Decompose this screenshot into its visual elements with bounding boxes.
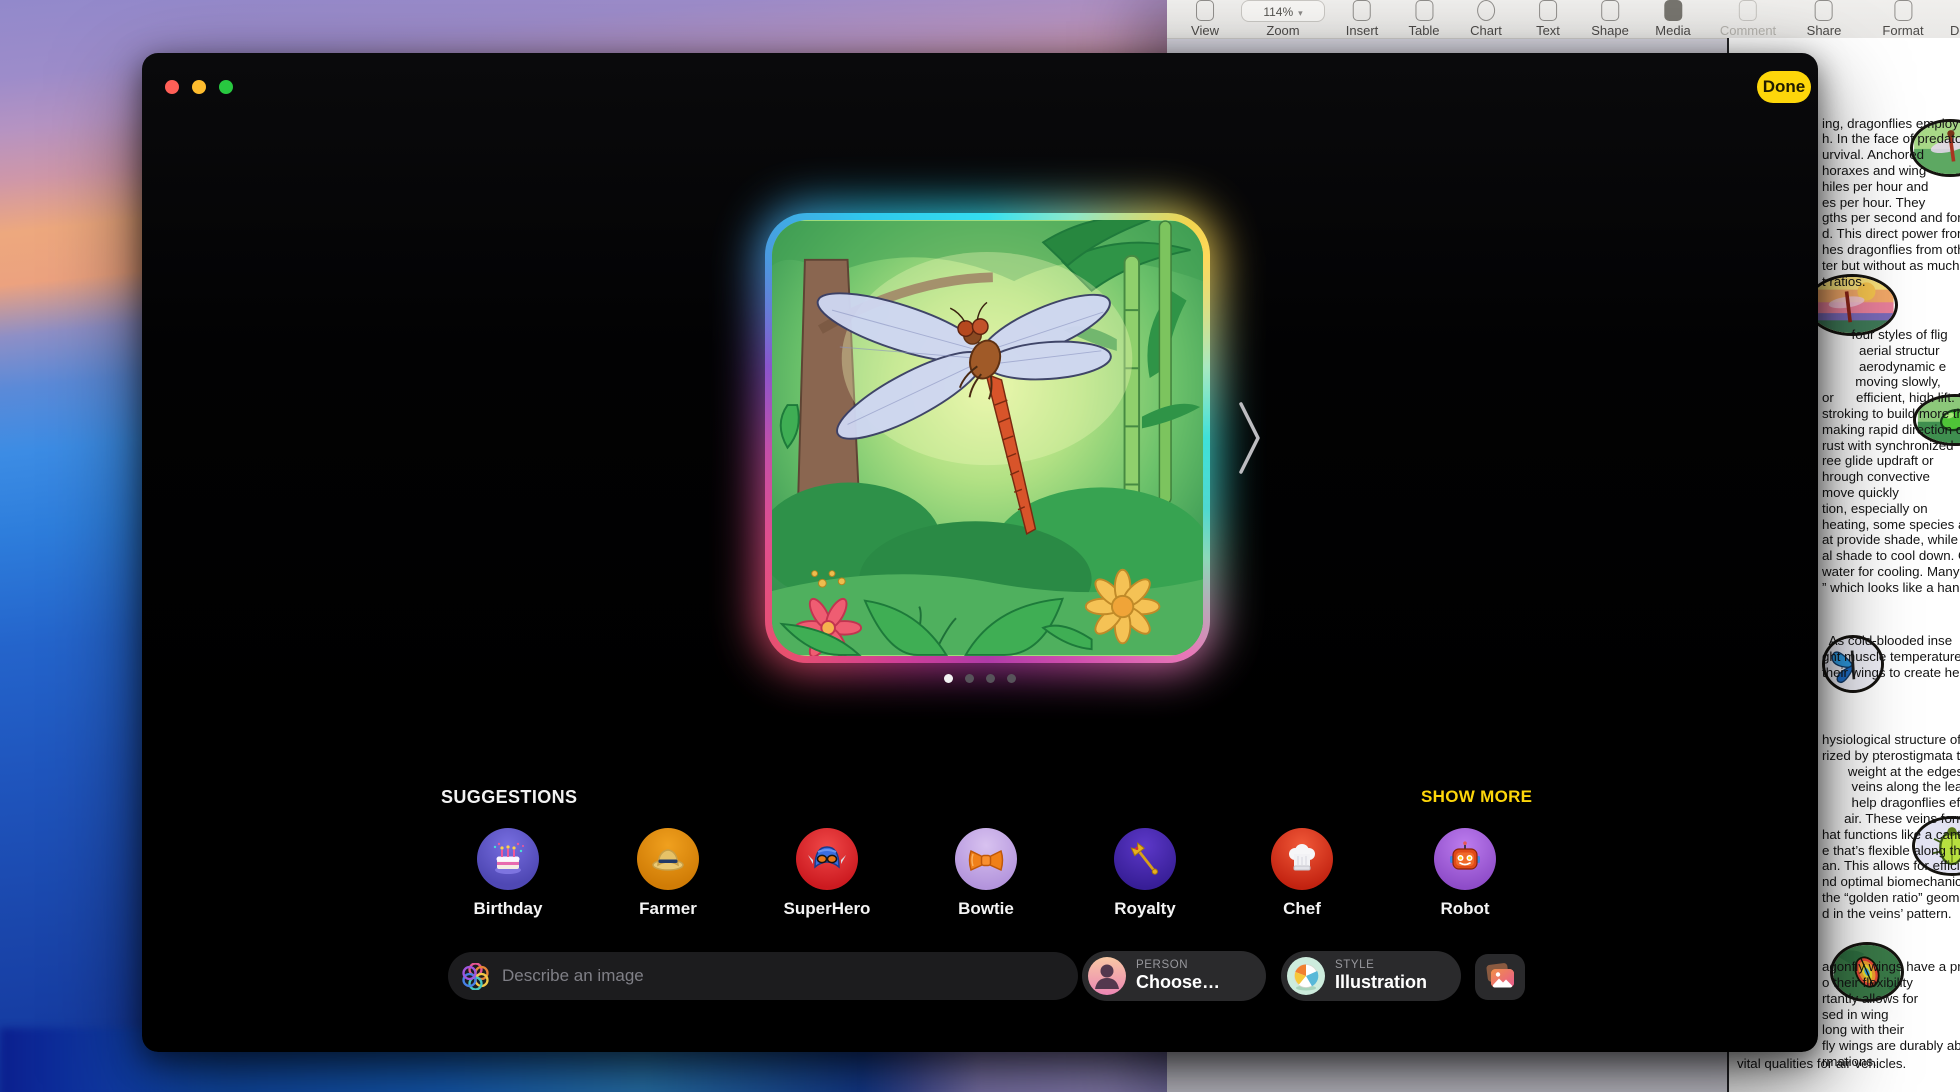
style-kicker: STYLE bbox=[1335, 959, 1427, 972]
person-picker-button[interactable]: PERSON Choose… bbox=[1082, 951, 1266, 1001]
style-value: Illustration bbox=[1335, 972, 1427, 993]
toolbar-label: Shape bbox=[1591, 23, 1629, 38]
carousel-dots[interactable] bbox=[142, 674, 1818, 683]
suggestion-chef[interactable]: Chef bbox=[1242, 828, 1362, 919]
toolbar-chart-button[interactable]: Chart bbox=[1470, 0, 1502, 39]
robot-icon bbox=[1434, 828, 1496, 890]
generated-image-card[interactable] bbox=[765, 213, 1210, 663]
suggestion-farmer[interactable]: Farmer bbox=[608, 828, 728, 919]
style-picker-button[interactable]: STYLE Illustration bbox=[1281, 951, 1461, 1001]
toolbar-media-button[interactable]: Media bbox=[1655, 0, 1690, 39]
document-last-line: vital qualities for air vehicles. bbox=[1737, 1056, 1906, 1071]
toolbar-label: Document bbox=[1950, 23, 1960, 38]
shape-icon bbox=[1601, 0, 1619, 21]
text-icon bbox=[1539, 0, 1557, 21]
toolbar-zoom-button[interactable]: 114% ▾ Zoom bbox=[1241, 0, 1325, 39]
comment-icon bbox=[1739, 0, 1757, 21]
image-playground-window: Done bbox=[142, 53, 1818, 1052]
suggestion-robot[interactable]: Robot bbox=[1405, 828, 1525, 919]
carousel-dot[interactable] bbox=[965, 674, 974, 683]
suggestions-title: SUGGESTIONS bbox=[441, 787, 577, 808]
pages-toolbar: View 114% ▾ Zoom Insert Table Chart Text S… bbox=[1167, 0, 1960, 39]
toolbar-label: Zoom bbox=[1266, 23, 1299, 38]
insert-icon bbox=[1353, 0, 1371, 21]
close-window-button[interactable] bbox=[165, 80, 179, 94]
carousel-dot[interactable] bbox=[1007, 674, 1016, 683]
zoom-level-dropdown[interactable]: 114% ▾ bbox=[1241, 0, 1325, 22]
document-paragraph: ing, dragonflies employ m h. In the face… bbox=[1822, 116, 1960, 290]
toolbar-label: Chart bbox=[1470, 23, 1502, 38]
person-value: Choose… bbox=[1136, 972, 1220, 993]
bowtie-icon bbox=[955, 828, 1017, 890]
suggestion-label: SuperHero bbox=[767, 899, 887, 919]
toolbar-label: Insert bbox=[1346, 23, 1379, 38]
toolbar-label: Table bbox=[1408, 23, 1439, 38]
toolbar-table-button[interactable]: Table bbox=[1408, 0, 1439, 39]
document-paragraph: As cold-blooded inse ght muscle temperat… bbox=[1822, 633, 1960, 680]
toolbar-label: Share bbox=[1807, 23, 1842, 38]
royal-scepter-icon bbox=[1114, 828, 1176, 890]
document-paragraph: four styles of flig aerial structur aero… bbox=[1822, 327, 1960, 596]
toolbar-text-button[interactable]: Text bbox=[1536, 0, 1560, 39]
zoom-window-button[interactable] bbox=[219, 80, 233, 94]
toolbar-insert-button[interactable]: Insert bbox=[1346, 0, 1379, 39]
zoom-value: 114% bbox=[1263, 5, 1293, 19]
toolbar-shape-button[interactable]: Shape bbox=[1591, 0, 1629, 39]
next-image-button[interactable] bbox=[1238, 401, 1262, 475]
apple-intelligence-icon bbox=[462, 963, 489, 990]
minimize-window-button[interactable] bbox=[192, 80, 206, 94]
suggestion-birthday[interactable]: Birthday bbox=[448, 828, 568, 919]
suggestion-label: Chef bbox=[1242, 899, 1362, 919]
suggestion-label: Royalty bbox=[1085, 899, 1205, 919]
format-icon bbox=[1894, 0, 1912, 21]
chevron-down-icon: ▾ bbox=[1298, 8, 1303, 19]
farmer-hat-icon bbox=[637, 828, 699, 890]
show-more-button[interactable]: SHOW MORE bbox=[1421, 787, 1532, 807]
toolbar-label: Comment bbox=[1720, 23, 1776, 38]
toolbar-view-button[interactable]: View bbox=[1191, 0, 1219, 39]
prompt-field[interactable] bbox=[448, 952, 1078, 1000]
toolbar-document-button[interactable]: Document bbox=[1950, 0, 1960, 39]
done-button[interactable]: Done bbox=[1757, 71, 1811, 103]
table-icon bbox=[1415, 0, 1433, 21]
suggestion-label: Birthday bbox=[448, 899, 568, 919]
suggestion-royalty[interactable]: Royalty bbox=[1085, 828, 1205, 919]
prompt-input[interactable] bbox=[500, 965, 1064, 987]
document-paragraph: hysiological structure of th rized by pt… bbox=[1822, 732, 1960, 922]
carousel-dot-active[interactable] bbox=[944, 674, 953, 683]
chart-icon bbox=[1477, 0, 1495, 21]
photo-picker-button[interactable] bbox=[1475, 954, 1525, 1000]
toolbar-comment-button[interactable]: Comment bbox=[1720, 0, 1776, 39]
media-icon bbox=[1664, 0, 1682, 21]
suggestion-label: Robot bbox=[1405, 899, 1525, 919]
toolbar-label: View bbox=[1191, 23, 1219, 38]
screen: View 114% ▾ Zoom Insert Table Chart Text S… bbox=[0, 0, 1960, 1092]
person-avatar-icon bbox=[1088, 957, 1126, 995]
view-icon bbox=[1196, 0, 1214, 21]
window-controls bbox=[165, 80, 233, 94]
share-icon bbox=[1815, 0, 1833, 21]
carousel-dot[interactable] bbox=[986, 674, 995, 683]
toolbar-label: Text bbox=[1536, 23, 1560, 38]
toolbar-label: Format bbox=[1882, 23, 1923, 38]
suggestion-bowtie[interactable]: Bowtie bbox=[926, 828, 1046, 919]
suggestion-label: Bowtie bbox=[926, 899, 1046, 919]
suggestion-superhero[interactable]: SuperHero bbox=[767, 828, 887, 919]
style-beachball-icon bbox=[1287, 957, 1325, 995]
dragonfly-illustration bbox=[772, 220, 1203, 656]
toolbar-share-button[interactable]: Share bbox=[1807, 0, 1842, 39]
superhero-mask-icon bbox=[796, 828, 858, 890]
toolbar-format-button[interactable]: Format bbox=[1882, 0, 1923, 39]
photos-icon bbox=[1483, 961, 1517, 993]
birthday-cake-icon bbox=[477, 828, 539, 890]
suggestion-label: Farmer bbox=[608, 899, 728, 919]
document-text: ing, dragonflies employ m h. In the face… bbox=[1822, 84, 1960, 1092]
document-paragraph: agonfly wings have a prote o their flexi… bbox=[1822, 959, 1960, 1070]
chef-hat-icon bbox=[1271, 828, 1333, 890]
person-kicker: PERSON bbox=[1136, 959, 1220, 972]
toolbar-label: Media bbox=[1655, 23, 1690, 38]
